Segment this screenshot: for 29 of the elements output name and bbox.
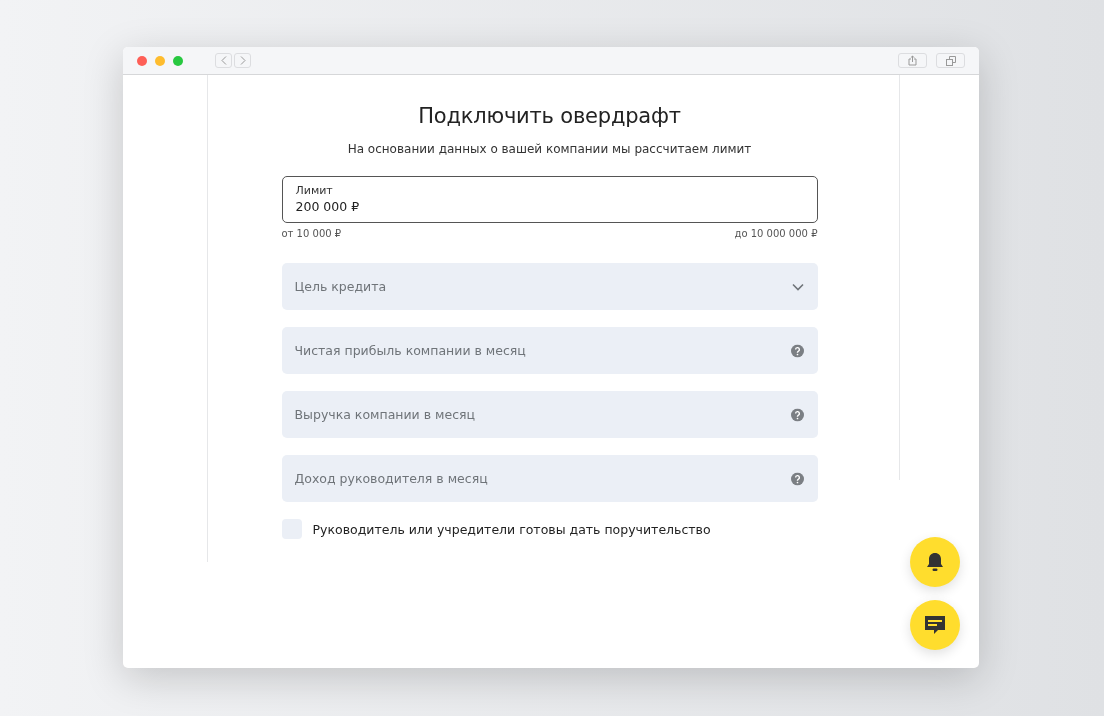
page-title: Подключить овердрафт bbox=[417, 104, 682, 128]
forward-button[interactable] bbox=[234, 53, 251, 68]
tabs-icon bbox=[945, 55, 956, 66]
help-icon[interactable] bbox=[790, 472, 804, 485]
help-icon[interactable] bbox=[790, 344, 804, 357]
page-subtitle: На основании данных о вашей компании мы рассчитаем лимит bbox=[346, 142, 753, 156]
input-field[interactable]: Выручка компании в месяц bbox=[281, 391, 818, 438]
chevron-down-icon[interactable] bbox=[791, 282, 804, 291]
chevron-right-icon bbox=[239, 56, 246, 65]
bell-icon bbox=[924, 551, 946, 573]
notifications-button[interactable] bbox=[910, 537, 960, 587]
checkbox-label: Руководитель или учредители готовы дать поручительство bbox=[312, 521, 711, 537]
tabs-button[interactable] bbox=[936, 53, 965, 68]
input-field[interactable]: Чистая прибыль компании в месяц bbox=[281, 327, 818, 374]
maximize-icon[interactable] bbox=[173, 55, 183, 66]
share-button[interactable] bbox=[898, 53, 927, 68]
minimize-icon[interactable] bbox=[155, 55, 165, 66]
help-icon[interactable] bbox=[790, 408, 804, 421]
share-icon bbox=[908, 55, 917, 66]
back-button[interactable] bbox=[215, 53, 232, 68]
chevron-left-icon bbox=[220, 56, 227, 65]
select-field[interactable]: Цель кредита bbox=[281, 263, 818, 310]
field-label: Лимит bbox=[295, 184, 333, 197]
input-field[interactable]: Доход руководителя в месяц bbox=[281, 455, 818, 502]
chat-button[interactable] bbox=[910, 600, 960, 650]
min-limit-text: от 10 000 ₽ bbox=[281, 228, 342, 239]
max-limit-text: до 10 000 000 ₽ bbox=[734, 228, 818, 239]
chat-icon bbox=[923, 614, 947, 636]
close-icon[interactable] bbox=[137, 55, 147, 66]
